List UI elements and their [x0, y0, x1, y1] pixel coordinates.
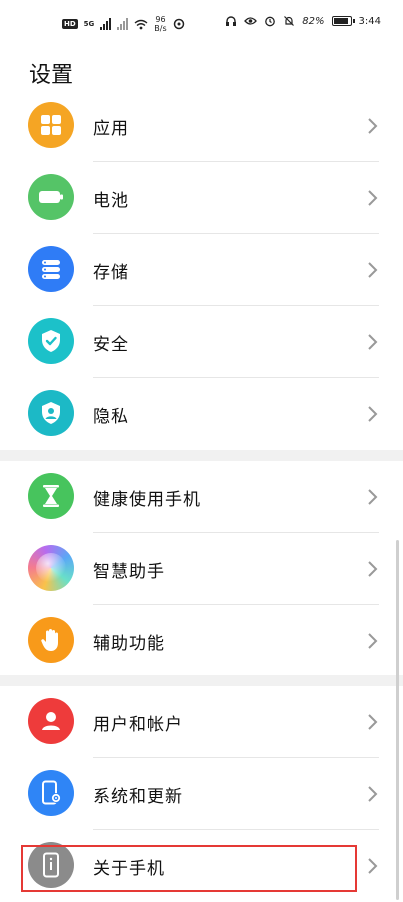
settings-item-privacy[interactable]: 隐私	[0, 378, 403, 450]
settings-item-label: 隐私	[93, 407, 129, 427]
speed-value: 96	[155, 15, 166, 24]
settings-item-label: 存储	[93, 263, 129, 283]
chevron-right-icon	[368, 489, 378, 505]
scrollbar[interactable]	[396, 540, 399, 900]
settings-item-users-accounts[interactable]: 用户和帐户	[0, 686, 403, 758]
chevron-right-icon	[368, 118, 378, 134]
status-left: HD 5G 96 B/s	[62, 15, 185, 33]
phone-settings-icon	[28, 770, 74, 816]
settings-item-label: 辅助功能	[93, 634, 165, 654]
settings-item-battery[interactable]: 电池	[0, 162, 403, 234]
storage-icon	[28, 246, 74, 292]
chevron-right-icon	[368, 561, 378, 577]
settings-item-digital-health[interactable]: 健康使用手机	[0, 461, 403, 533]
user-icon	[28, 698, 74, 744]
signal-icon	[100, 18, 112, 30]
settings-item-label: 安全	[93, 335, 129, 355]
battery-status-icon	[331, 16, 355, 26]
settings-item-storage[interactable]: 存储	[0, 234, 403, 306]
selection-highlight	[21, 845, 357, 892]
chevron-right-icon	[368, 262, 378, 278]
settings-group-2: 健康使用手机 智慧助手 辅助功能	[0, 461, 403, 677]
settings-item-apps[interactable]: 应用	[0, 90, 403, 162]
hand-icon	[28, 617, 74, 663]
settings-item-label: 用户和帐户	[93, 715, 183, 735]
section-separator	[0, 450, 403, 461]
battery-percent: 82%	[302, 15, 325, 27]
settings-item-label: 智慧助手	[93, 562, 165, 582]
chevron-right-icon	[368, 406, 378, 422]
settings-item-security[interactable]: 安全	[0, 306, 403, 378]
wifi-icon	[134, 19, 148, 29]
headset-icon	[226, 16, 237, 26]
settings-item-label: 电池	[93, 191, 129, 211]
privacy-icon	[28, 390, 74, 436]
settings-group-1: 应用 电池 存储 安全 隐私	[0, 90, 403, 450]
chevron-right-icon	[368, 714, 378, 730]
settings-item-accessibility[interactable]: 辅助功能	[0, 605, 403, 677]
network-generation: 5G	[83, 20, 95, 28]
chevron-right-icon	[368, 334, 378, 350]
alarm-icon	[265, 16, 276, 27]
sync-icon	[173, 18, 184, 30]
assistant-icon	[28, 545, 74, 591]
chevron-right-icon	[368, 858, 378, 874]
hd-icon: HD	[62, 19, 78, 29]
speed-unit: B/s	[154, 24, 167, 33]
network-speed: 96 B/s	[154, 15, 166, 33]
chevron-right-icon	[368, 633, 378, 649]
shield-check-icon	[28, 318, 74, 364]
section-separator	[0, 675, 403, 686]
eye-icon	[244, 17, 258, 25]
hourglass-icon	[28, 473, 74, 519]
status-right: 82% 3:44	[225, 15, 381, 27]
status-bar: HD 5G 96 B/s 82% 3:44	[0, 0, 403, 48]
settings-item-smart-assistant[interactable]: 智慧助手	[0, 533, 403, 605]
signal2-icon	[117, 18, 129, 30]
mute-bell-icon	[284, 16, 295, 26]
settings-item-system-update[interactable]: 系统和更新	[0, 758, 403, 830]
battery-icon	[28, 174, 74, 220]
apps-icon	[28, 102, 74, 148]
settings-item-label: 应用	[93, 119, 129, 139]
settings-item-label: 系统和更新	[93, 787, 183, 807]
settings-item-label: 健康使用手机	[93, 490, 201, 510]
chevron-right-icon	[368, 190, 378, 206]
page-title: 设置	[29, 63, 74, 88]
chevron-right-icon	[368, 786, 378, 802]
clock: 3:44	[358, 15, 381, 27]
